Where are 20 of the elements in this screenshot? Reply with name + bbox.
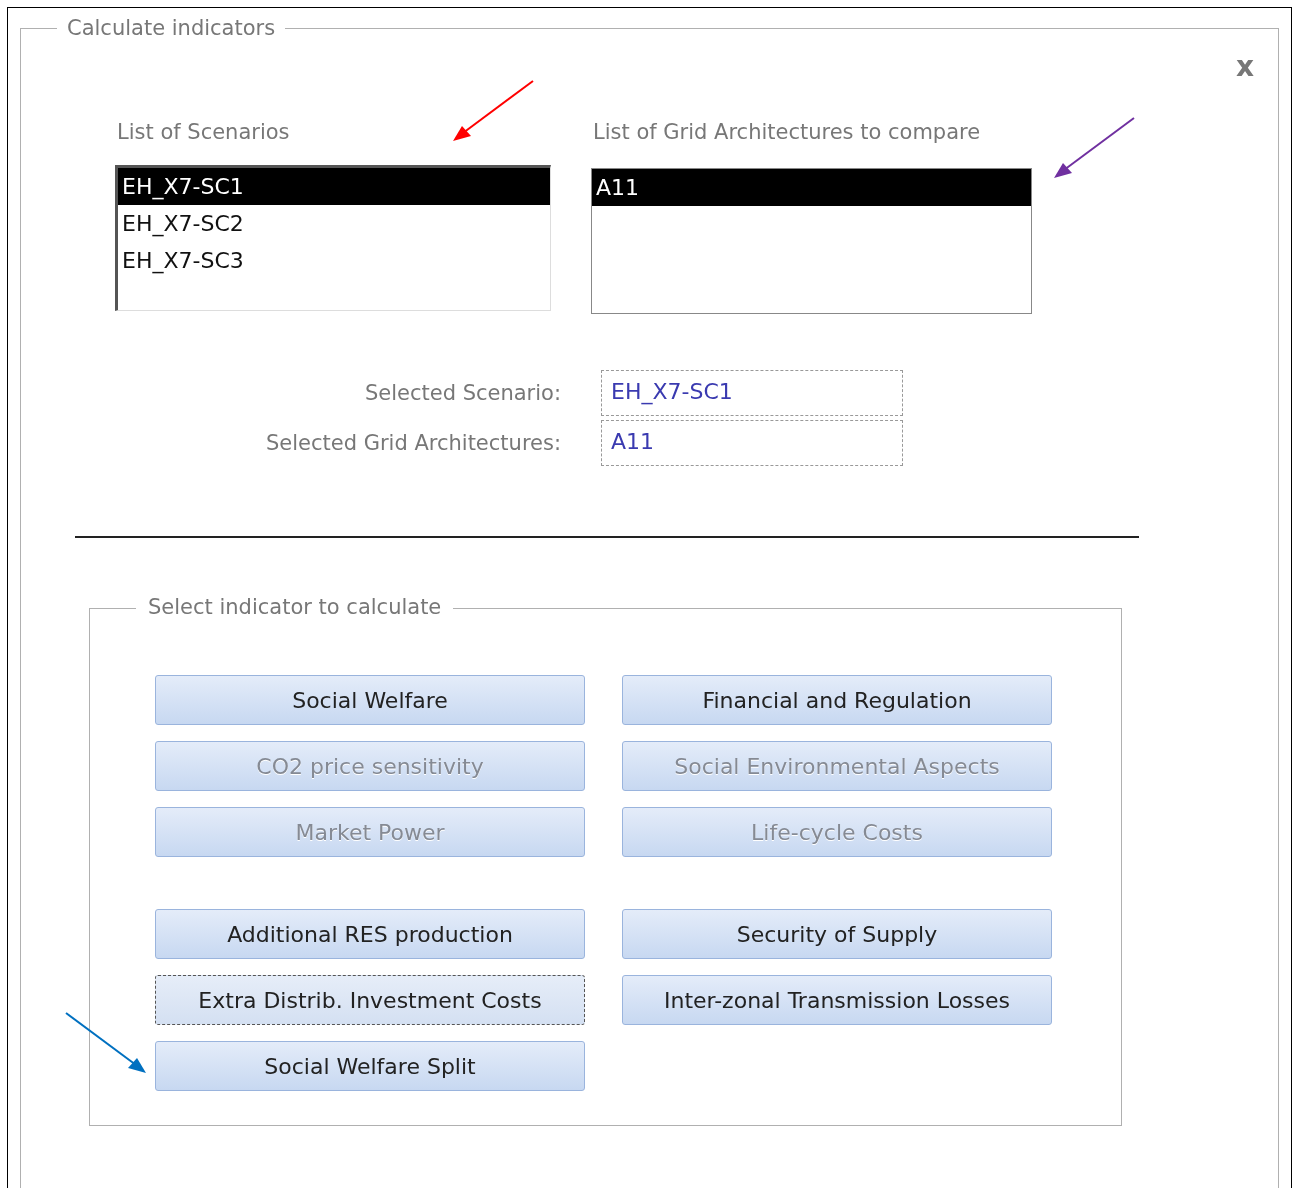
indicator-button[interactable]: Inter-zonal Transmission Losses [622, 975, 1052, 1025]
list-label: List of Scenarios [116, 119, 291, 145]
indicator-button[interactable]: Extra Distrib. Investment Costs [155, 975, 585, 1025]
indicator-button[interactable]: Security of Supply [622, 909, 1052, 959]
list-item[interactable]: EH_X7-SC2 [118, 205, 550, 242]
field-label: Selected Scenario: [363, 380, 561, 407]
list-item[interactable]: A11 [592, 169, 1031, 206]
field-label: Selected Grid Architectures: [264, 430, 561, 457]
indicator-button[interactable]: Social Welfare Split [155, 1041, 585, 1091]
list-box[interactable]: A11 [591, 168, 1032, 314]
value-field: A11 [601, 420, 903, 466]
list-item[interactable]: EH_X7-SC3 [118, 242, 550, 279]
value-field: EH_X7-SC1 [601, 370, 903, 416]
list-item[interactable]: EH_X7-SC1 [118, 168, 550, 205]
close-button[interactable]: x [1235, 53, 1254, 81]
list-box[interactable]: EH_X7-SC1 EH_X7-SC2 EH_X7-SC3 [115, 165, 551, 311]
list-label: List of Grid Architectures to compare [592, 119, 982, 145]
indicator-button[interactable]: Additional RES production [155, 909, 585, 959]
indicator-button[interactable]: Social Welfare [155, 675, 585, 725]
indicator-button[interactable]: Financial and Regulation [622, 675, 1052, 725]
